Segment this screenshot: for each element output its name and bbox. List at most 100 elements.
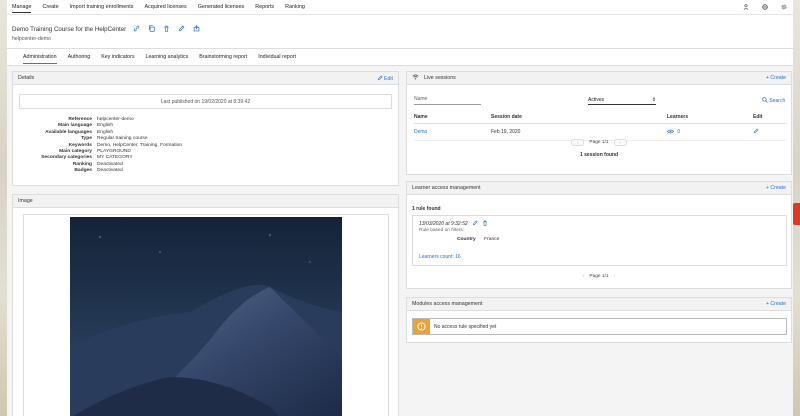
last-published-text: Last published on 19/02/2020 at 8:39:42 — [160, 98, 251, 105]
pencil-icon — [472, 220, 478, 226]
pencil-icon — [753, 128, 759, 134]
link-icon[interactable] — [133, 25, 140, 34]
edit-label: Edit — [384, 75, 393, 82]
edit-rule-button[interactable] — [472, 220, 478, 228]
learner-access-title: Learner access management — [412, 185, 481, 191]
sessions-page-label: Page 1/1 — [589, 140, 609, 145]
details-fields: Reference helpcenter-demo Main language En… — [26, 117, 182, 175]
modules-access-header: Modules access management + Create — [407, 298, 791, 311]
user-icon[interactable] — [742, 4, 749, 11]
create-module-rule-button[interactable]: + Create — [766, 301, 786, 307]
warning-icon — [413, 319, 430, 334]
trash-icon — [482, 220, 487, 226]
col-session-date: Session date — [491, 111, 667, 124]
rule-card: 13/03/2020 at 9:32:52 Rule based on filt… — [412, 215, 787, 266]
rules-page-label: Page 1/1 — [589, 274, 609, 279]
edit-icon[interactable] — [178, 25, 185, 34]
nav-create[interactable]: Create — [42, 2, 58, 12]
empty-message: No access rule specified yet — [434, 323, 497, 330]
col-name: Name — [414, 111, 491, 124]
nav-import-training-enrollments[interactable]: Import training enrollments — [70, 2, 134, 12]
image-frame — [23, 214, 389, 416]
next-page-button[interactable]: › — [613, 139, 627, 146]
trash-icon[interactable] — [163, 25, 170, 34]
search-button[interactable]: Search — [762, 97, 785, 104]
tab-individual-report[interactable]: Individual report — [258, 51, 296, 63]
create-session-button[interactable]: + Create — [766, 75, 786, 81]
wifi-icon — [412, 74, 419, 82]
course-cover-image — [70, 217, 342, 416]
delete-rule-button[interactable] — [482, 220, 488, 228]
details-panel: Details Edit Last published on 19/02/202… — [12, 71, 399, 186]
rules-found: 1 rule found — [412, 206, 441, 212]
course-tabs: Administration Authoring Key indicators … — [7, 48, 793, 66]
image-title: Image — [18, 198, 33, 204]
pencil-icon — [377, 74, 383, 80]
live-sessions-header: Live​ sessions + Create — [407, 72, 791, 85]
modules-access-title: Modules access management — [412, 301, 483, 307]
details-title: Details — [18, 75, 35, 81]
tab-brainstorming-report[interactable]: Brainstorming report — [199, 51, 247, 63]
nav-acquired-licenses[interactable]: Acquired licenses — [145, 2, 187, 12]
rule-filter: Country France — [457, 237, 499, 242]
rule-header: 13/03/2020 at 9:32:52 — [419, 220, 488, 228]
background-strip-left — [0, 0, 7, 416]
col-edit: Edit — [753, 111, 786, 124]
course-subtitle: helpcenter-demo — [12, 36, 51, 42]
prev-page-button[interactable]: ‹ — [571, 139, 585, 146]
edit-details-button[interactable]: Edit — [377, 74, 393, 82]
session-date: Feb 19, 2020 — [491, 123, 667, 141]
search-icon — [762, 97, 768, 103]
session-name-link[interactable]: Demo — [414, 123, 491, 141]
modules-access-panel: Modules access management + Create No ac… — [406, 297, 792, 343]
copy-icon[interactable] — [148, 25, 155, 34]
learner-access-panel: Learner access management + Create 1 rul… — [406, 181, 792, 289]
course-title-row: Demo Training Course for the HelpCenter — [12, 25, 200, 34]
edit-session-button[interactable] — [753, 123, 786, 141]
table-row: Demo Feb 19, 2020 0 — [414, 123, 786, 141]
session-name-input[interactable]: Name — [414, 96, 481, 105]
rules-pager: ‹ Page 1/1 › — [407, 274, 791, 279]
learner-access-header: Learner access management + Create — [407, 182, 791, 195]
settings-icon[interactable] — [780, 4, 787, 11]
sessions-count: 1 session found — [579, 152, 619, 158]
session-status-select[interactable]: Actives ⇕ — [588, 96, 656, 105]
empty-rules-alert: No access rule specified yet — [412, 318, 787, 335]
filter-value: France — [484, 237, 500, 242]
tab-administration[interactable]: Administration — [23, 51, 57, 64]
session-learners[interactable]: 0 — [666, 123, 753, 141]
nav-ranking[interactable]: Ranking — [285, 2, 305, 12]
create-rule-button[interactable]: + Create — [766, 185, 786, 191]
course-actions — [133, 25, 200, 34]
details-panel-header: Details Edit — [13, 72, 398, 85]
prev-page-button[interactable]: ‹ — [583, 274, 585, 279]
nav-manage[interactable]: Manage — [12, 2, 32, 13]
nav-generated-licenses[interactable]: Generated licenses — [198, 2, 244, 12]
field-badges: Badges Deactivated — [74, 168, 123, 174]
feedback-side-tab[interactable] — [793, 203, 800, 225]
sessions-table: Name Session date Learners Edit Demo Feb… — [414, 111, 786, 141]
image-panel: Image — [12, 194, 399, 416]
top-navigation: Manage Create Import training enrollment… — [7, 0, 793, 14]
select-arrows-icon: ⇕ — [651, 97, 656, 103]
last-published-box: Last published on 19/02/2020 at 8:39:42 — [19, 94, 392, 109]
col-learners: Learners — [667, 111, 753, 124]
image-panel-header: Image — [13, 195, 398, 208]
next-page-button[interactable]: › — [614, 274, 616, 279]
learners-count-link[interactable]: Learners count: 16 — [419, 254, 461, 260]
sessions-pager: ‹ Page 1/1 › — [407, 139, 791, 146]
nav-reports[interactable]: Reports — [255, 2, 274, 12]
rule-date: 13/03/2020 at 9:32:52 — [419, 221, 468, 227]
sessions-table-wrap: Name Session date Learners Edit Demo Feb… — [414, 111, 786, 141]
tab-learning-analytics[interactable]: Learning analytics — [146, 51, 189, 63]
tab-key-indicators[interactable]: Key indicators — [101, 51, 134, 63]
filter-label: Country — [457, 237, 476, 242]
rule-description: Rule based on filters: — [419, 228, 465, 233]
globe-icon[interactable] — [761, 4, 768, 11]
live-sessions-panel: Live​ sessions + Create Name Actives ⇕ S… — [406, 71, 792, 175]
eye-icon — [666, 129, 675, 134]
live-sessions-title: Live​ sessions — [424, 75, 456, 81]
course-title: Demo Training Course for the HelpCenter — [12, 26, 127, 33]
share-icon[interactable] — [193, 25, 200, 34]
tab-authoring[interactable]: Authoring — [68, 51, 91, 63]
